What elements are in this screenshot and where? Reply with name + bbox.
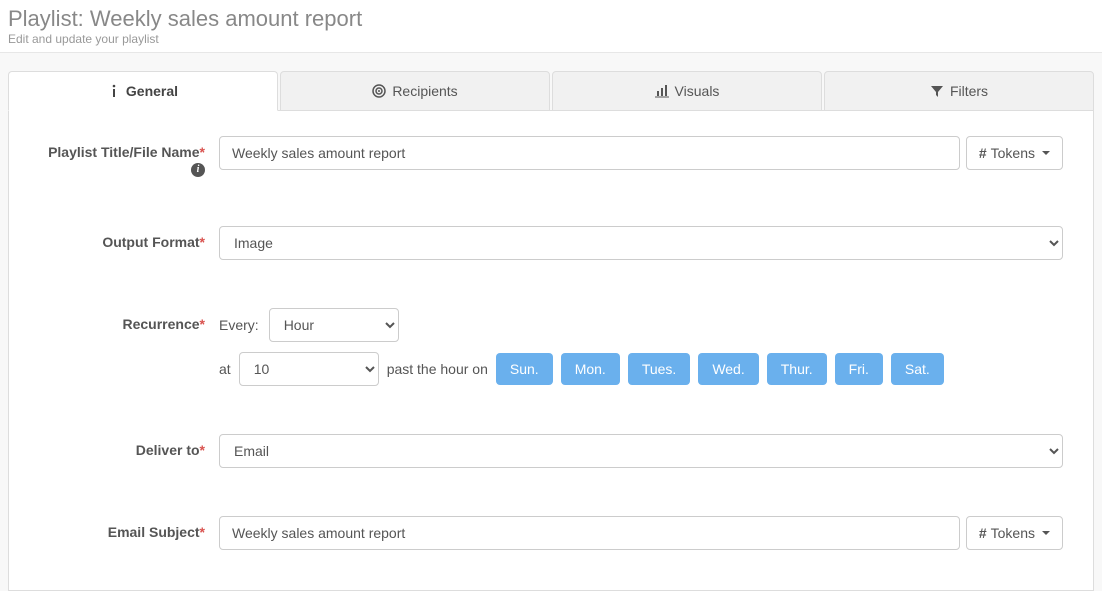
output-format-label: Output Format*	[39, 226, 219, 251]
tokens-button[interactable]: # Tokens	[966, 136, 1063, 170]
page-header: Playlist: Weekly sales amount report Edi…	[0, 0, 1102, 53]
required-asterisk: *	[200, 234, 205, 250]
row-recurrence: Recurrence* Every: Hour at 10 past the h…	[39, 308, 1063, 386]
hash-icon: #	[979, 525, 987, 541]
info-icon[interactable]: i	[191, 163, 205, 177]
day-mon[interactable]: Mon.	[561, 353, 620, 385]
content-wrap: General Recipients Visuals Filters Playl…	[0, 53, 1102, 591]
tokens-label: Tokens	[991, 145, 1035, 161]
email-subject-label: Email Subject*	[39, 516, 219, 541]
recurrence-label: Recurrence*	[39, 308, 219, 333]
label-text: Playlist Title/File Name	[48, 144, 199, 160]
email-subject-input[interactable]	[219, 516, 960, 550]
required-asterisk: *	[200, 144, 205, 160]
required-asterisk: *	[200, 316, 205, 332]
row-output-format: Output Format* Image	[39, 226, 1063, 260]
at-minute-select[interactable]: 10	[239, 352, 379, 386]
label-text: Output Format	[102, 234, 199, 250]
tab-label: Visuals	[675, 83, 720, 99]
day-tue[interactable]: Tues.	[628, 353, 691, 385]
target-icon	[372, 84, 386, 98]
tokens-label: Tokens	[991, 525, 1035, 541]
required-asterisk: *	[200, 442, 205, 458]
page-subtitle: Edit and update your playlist	[8, 32, 1094, 46]
tabs-nav: General Recipients Visuals Filters	[8, 71, 1094, 111]
label-text: Recurrence	[123, 316, 200, 332]
every-select[interactable]: Hour	[269, 308, 399, 342]
bar-chart-icon	[655, 84, 669, 98]
tokens-button[interactable]: # Tokens	[966, 516, 1063, 550]
day-sun[interactable]: Sun.	[496, 353, 553, 385]
row-email-subject: Email Subject* # Tokens	[39, 516, 1063, 550]
deliver-to-select[interactable]: Email	[219, 434, 1063, 468]
tab-panel-general: Playlist Title/File Name* i # Tokens Out…	[8, 111, 1094, 591]
output-format-select[interactable]: Image	[219, 226, 1063, 260]
tab-visuals[interactable]: Visuals	[552, 71, 822, 111]
day-sat[interactable]: Sat.	[891, 353, 944, 385]
playlist-title-input[interactable]	[219, 136, 960, 170]
hash-icon: #	[979, 145, 987, 161]
at-label: at	[219, 361, 231, 377]
chevron-down-icon	[1042, 151, 1050, 155]
tab-label: General	[126, 83, 178, 99]
label-text: Deliver to	[136, 442, 200, 458]
deliver-to-label: Deliver to*	[39, 434, 219, 459]
tab-label: Filters	[950, 83, 988, 99]
playlist-title-label: Playlist Title/File Name* i	[39, 136, 219, 178]
page-title: Playlist: Weekly sales amount report	[8, 6, 1094, 32]
tab-label: Recipients	[392, 83, 457, 99]
every-label: Every:	[219, 317, 259, 333]
past-hour-label: past the hour on	[387, 361, 488, 377]
chevron-down-icon	[1042, 531, 1050, 535]
tab-recipients[interactable]: Recipients	[280, 71, 550, 111]
tab-general[interactable]: General	[8, 71, 278, 111]
tab-filters[interactable]: Filters	[824, 71, 1094, 111]
info-icon	[108, 84, 120, 98]
row-playlist-title: Playlist Title/File Name* i # Tokens	[39, 136, 1063, 178]
row-deliver-to: Deliver to* Email	[39, 434, 1063, 468]
day-fri[interactable]: Fri.	[835, 353, 883, 385]
filter-icon	[930, 84, 944, 98]
day-wed[interactable]: Wed.	[698, 353, 758, 385]
day-thu[interactable]: Thur.	[767, 353, 827, 385]
